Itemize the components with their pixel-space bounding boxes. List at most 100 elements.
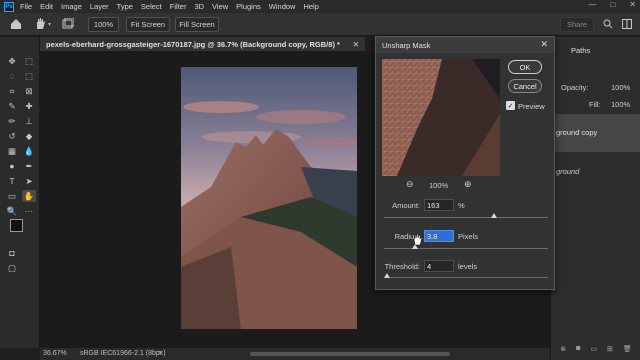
close-icon[interactable]: ✕ [540, 39, 548, 50]
workspace-icon[interactable] [622, 19, 632, 29]
layer-row-selected[interactable]: ground copy [551, 114, 640, 152]
threshold-label: Threshold: [384, 262, 420, 271]
menu-help[interactable]: Help [303, 2, 318, 11]
dialog-title-bar[interactable]: Unsharp Mask [376, 37, 554, 53]
cancel-button[interactable]: Cancel [508, 79, 542, 93]
menu-filter[interactable]: Filter [170, 2, 187, 11]
menu-image[interactable]: Image [61, 2, 82, 11]
menu-select[interactable]: Select [141, 2, 162, 11]
link-layers-icon[interactable]: ⊗ [560, 345, 566, 357]
scroll-all-windows-icon[interactable] [62, 18, 74, 30]
healing-brush-tool-icon[interactable]: ✚ [22, 100, 36, 112]
menu-edit[interactable]: Edit [40, 2, 53, 11]
home-icon[interactable] [10, 18, 22, 30]
maximize-button[interactable]: □ [610, 0, 615, 9]
opacity-value[interactable]: 100% [611, 83, 640, 92]
frame-tool-icon[interactable]: ⊠ [22, 85, 36, 97]
filter-preview[interactable] [382, 59, 500, 176]
status-arrow-icon[interactable]: > [158, 350, 162, 357]
close-window-button[interactable]: ✕ [629, 0, 636, 9]
minimize-button[interactable]: — [588, 0, 596, 9]
zoom-tool-icon[interactable]: 🔍 [5, 205, 19, 217]
menu-bar: Ps File Edit Image Layer Type Select Fil… [0, 0, 640, 13]
menu-plugins[interactable]: Plugins [236, 2, 261, 11]
new-layer-icon[interactable]: ⊞ [607, 345, 613, 357]
layer-name: ground copy [556, 128, 598, 137]
horizontal-scrollbar[interactable] [250, 352, 450, 356]
document-tab[interactable]: pexels-eberhard-grossgasteiger-1670187.j… [40, 37, 365, 51]
menu-view[interactable]: View [212, 2, 228, 11]
fit-screen-button[interactable]: Fit Screen [126, 17, 170, 32]
menu-window[interactable]: Window [269, 2, 296, 11]
radius-unit: Pixels [458, 232, 479, 241]
crop-tool-icon[interactable]: ⌗ [5, 85, 19, 97]
quick-mask-icon[interactable]: ◘ [5, 247, 19, 259]
document-image[interactable] [181, 67, 357, 329]
blur-tool-icon[interactable]: 💧 [22, 145, 36, 157]
document-tab-bar: pexels-eberhard-grossgasteiger-1670187.j… [40, 37, 370, 51]
menu-3d[interactable]: 3D [194, 2, 204, 11]
chevron-down-icon[interactable]: ▾ [48, 21, 51, 28]
amount-unit: % [458, 201, 465, 210]
ok-button[interactable]: OK [508, 60, 542, 74]
search-icon[interactable] [603, 19, 613, 29]
close-tab-icon[interactable]: ✕ [353, 40, 359, 49]
object-selection-tool-icon[interactable]: ⬚ [22, 70, 36, 82]
amount-slider-thumb[interactable] [490, 213, 497, 218]
type-tool-icon[interactable]: T [5, 175, 19, 187]
threshold-field[interactable]: 4 [424, 260, 454, 272]
layer-actions: ⊗ ◙ ▭ ⊞ 🗑 [551, 345, 640, 357]
layer-name: ground [556, 167, 580, 176]
menu-layer[interactable]: Layer [90, 2, 109, 11]
rectangle-tool-icon[interactable]: ▭ [5, 190, 19, 202]
screen-mode-icon[interactable]: ▢ [5, 262, 19, 274]
add-mask-icon[interactable]: ◙ [576, 345, 580, 357]
unsharp-mask-dialog: Unsharp Mask ✕ OK Cancel ✓ Preview ⊖ 100… [375, 36, 555, 290]
fill-value[interactable]: 100% [611, 100, 640, 109]
color-profile: sRGB IEC61966-2.1 (8bpc) [80, 350, 166, 357]
brush-tool-icon[interactable]: ✏ [5, 115, 19, 127]
radius-slider[interactable] [384, 248, 548, 249]
foreground-color-swatch[interactable] [10, 219, 23, 232]
eraser-tool-icon[interactable]: ◆ [22, 130, 36, 142]
menu-file[interactable]: File [20, 2, 32, 11]
gradient-tool-icon[interactable]: ▦ [5, 145, 19, 157]
hand-tool-icon[interactable] [34, 17, 46, 30]
hand-cursor-icon [413, 234, 422, 246]
eyedropper-tool-icon[interactable]: ✎ [5, 100, 19, 112]
options-bar: ▾ 100% Fit Screen Fill Screen Share [0, 13, 640, 36]
fill-screen-button[interactable]: Fill Screen [175, 17, 219, 32]
more-tools-icon[interactable]: ··· [22, 205, 36, 217]
lasso-tool-icon[interactable]: ◌ [5, 70, 19, 82]
trash-icon[interactable]: 🗑 [623, 345, 632, 357]
amount-slider[interactable] [384, 217, 548, 218]
document-tab-title: pexels-eberhard-grossgasteiger-1670187.j… [46, 39, 340, 49]
dialog-title: Unsharp Mask [382, 40, 431, 50]
amount-field[interactable]: 163 [424, 199, 454, 211]
threshold-unit: levels [458, 262, 478, 271]
layer-row[interactable]: ground [551, 153, 640, 189]
preview-checkbox[interactable]: ✓ [506, 101, 515, 110]
photoshop-logo: Ps [4, 1, 14, 12]
zoom-out-icon[interactable]: ⊖ [406, 179, 414, 190]
new-group-icon[interactable]: ▭ [590, 345, 597, 357]
move-tool-icon[interactable]: ✥ [5, 55, 19, 67]
amount-label: Amount: [392, 201, 420, 210]
path-selection-tool-icon[interactable]: ➤ [22, 175, 36, 187]
zoom-100-button[interactable]: 100% [88, 17, 119, 32]
radius-field[interactable]: 3.8 [424, 230, 454, 242]
artboard-tool-icon[interactable]: ⬚ [22, 55, 36, 67]
history-brush-tool-icon[interactable]: ↺ [5, 130, 19, 142]
pen-tool-icon[interactable]: ✒ [22, 160, 36, 172]
share-button[interactable]: Share [560, 17, 594, 32]
menu-type[interactable]: Type [117, 2, 133, 11]
preview-zoom-level: 100% [429, 181, 449, 190]
threshold-slider-thumb[interactable] [384, 273, 391, 278]
tab-paths[interactable]: Paths [571, 46, 640, 55]
threshold-slider[interactable] [384, 277, 548, 278]
zoom-in-icon[interactable]: ⊕ [464, 179, 472, 190]
dodge-tool-icon[interactable]: ● [5, 160, 19, 172]
zoom-level[interactable]: 36.67% [43, 350, 67, 357]
hand-tool-icon[interactable]: ✋ [22, 190, 36, 202]
clone-stamp-tool-icon[interactable]: ⊥ [22, 115, 36, 127]
